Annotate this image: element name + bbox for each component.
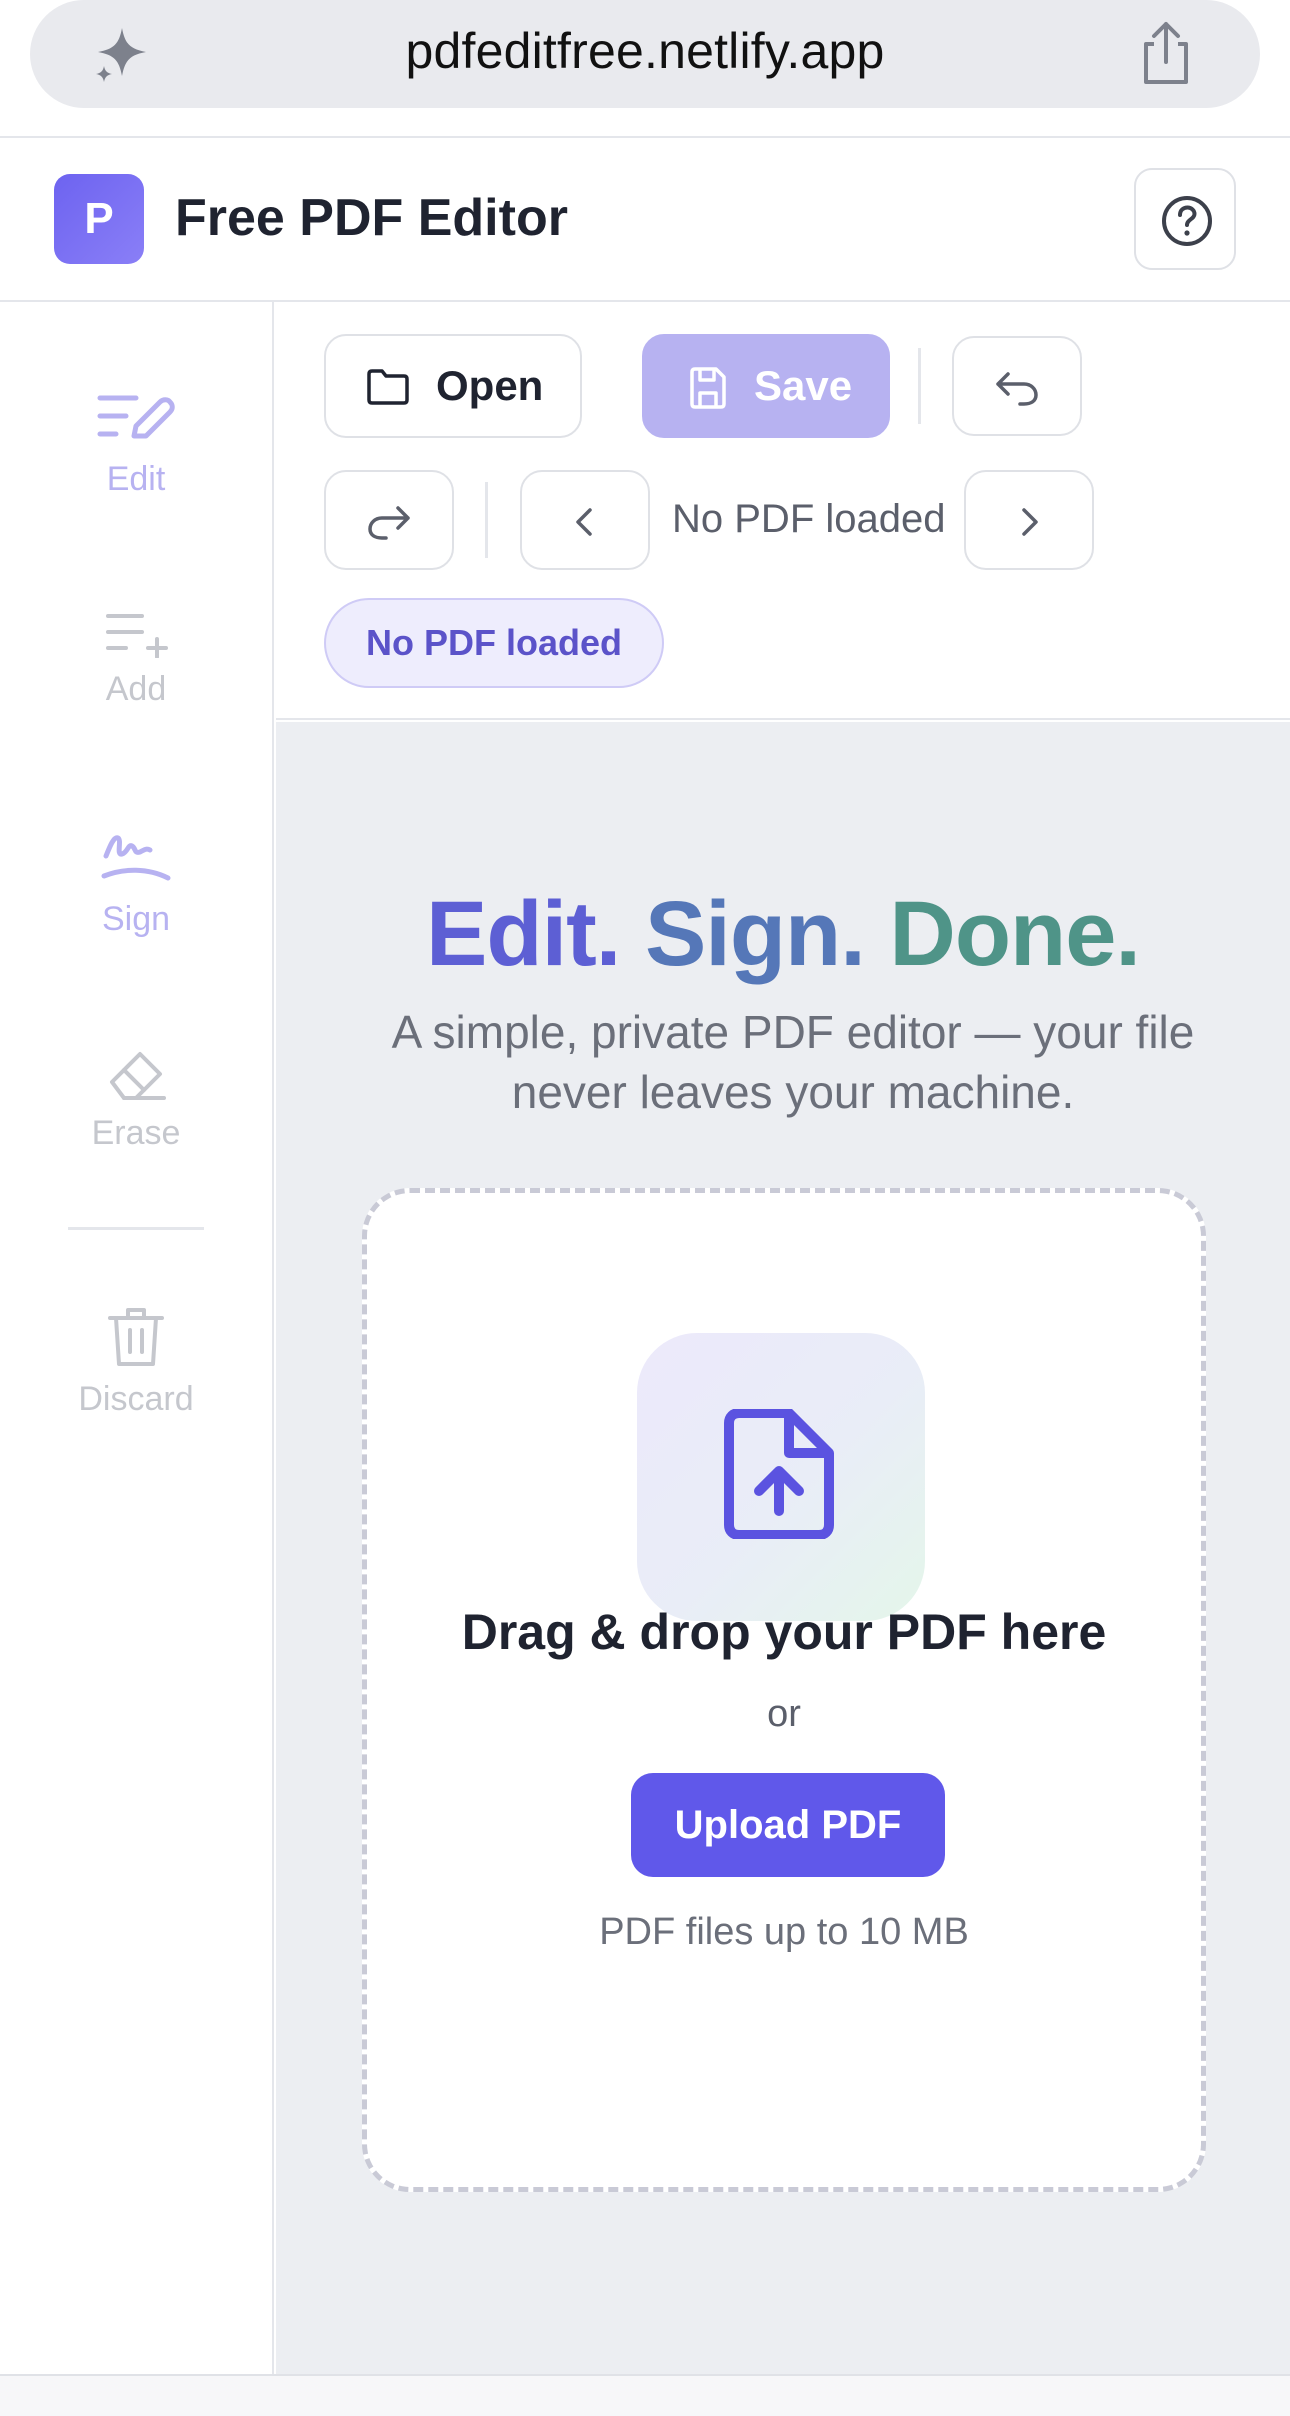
dropzone[interactable]: Drag & drop your PDF here or Upload PDF … [362, 1188, 1206, 2192]
share-icon[interactable] [1134, 20, 1198, 88]
edit-icon [97, 395, 175, 439]
redo-button[interactable] [324, 470, 454, 570]
upload-pdf-button[interactable]: Upload PDF [631, 1773, 945, 1877]
toolbar-separator [485, 482, 488, 558]
undo-icon [996, 372, 1038, 406]
sidebar-item-label: Erase [91, 1114, 181, 1152]
page-indicator: No PDF loaded [672, 497, 946, 541]
sidebar-item-erase[interactable]: Erase [0, 1046, 272, 1153]
sidebar-item-label: Add [105, 670, 167, 708]
hero-word-sign: Sign. [644, 883, 866, 985]
app-logo: P [54, 174, 144, 264]
toolbar: Open Save No PDF loaded No PDF loaded [276, 302, 1290, 720]
save-label: Save [754, 362, 853, 409]
sidebar-item-sign[interactable]: Sign [0, 828, 272, 939]
file-upload-icon [724, 1409, 834, 1539]
browser-bar: pdfeditfree.netlify.app [0, 0, 1290, 138]
app-title: Free PDF Editor [175, 189, 568, 247]
save-button[interactable]: Save [642, 334, 890, 438]
save-icon [690, 367, 726, 409]
chevron-left-icon [576, 508, 592, 536]
sidebar-divider [68, 1227, 204, 1230]
sidebar-item-label: Discard [78, 1380, 194, 1418]
sidebar-item-add[interactable]: Add [0, 610, 272, 709]
sidebar-item-label: Edit [106, 460, 166, 498]
status-badge: No PDF loaded [324, 598, 664, 688]
upload-tile [637, 1333, 925, 1621]
sign-icon [101, 835, 171, 881]
folder-icon [367, 369, 409, 405]
sidebar-item-label: Sign [101, 900, 171, 938]
hero-word-done: Done. [889, 883, 1141, 985]
prev-page-button[interactable] [520, 470, 650, 570]
hero-title: Edit. Sign. Done. [276, 882, 1290, 987]
next-page-button[interactable] [964, 470, 1094, 570]
sidebar-item-edit[interactable]: Edit [0, 392, 272, 499]
dropzone-note: PDF files up to 10 MB [599, 1911, 969, 1953]
dropzone-or: or [767, 1693, 801, 1735]
undo-button[interactable] [952, 336, 1082, 436]
browser-bottom-bar [0, 2374, 1290, 2416]
hero-subtitle: A simple, private PDF editor — your file… [391, 1006, 1195, 1118]
sidebar-item-discard[interactable]: Discard [0, 1306, 272, 1419]
redo-icon [368, 506, 410, 540]
sidebar: Edit Add Sign Erase Discard [0, 302, 274, 2376]
address-bar[interactable]: pdfeditfree.netlify.app [30, 0, 1260, 108]
eraser-icon [110, 1052, 166, 1100]
help-icon [1162, 196, 1212, 246]
app-header: P Free PDF Editor [0, 140, 1290, 302]
page: pdfeditfree.netlify.app P Free PDF Edito… [0, 0, 1290, 2416]
help-button[interactable] [1134, 168, 1236, 270]
dropzone-title: Drag & drop your PDF here [461, 1604, 1107, 1660]
main-area: Edit. Sign. Done. A simple, private PDF … [276, 722, 1290, 2376]
url-text[interactable]: pdfeditfree.netlify.app [30, 22, 1260, 80]
add-icon [106, 614, 168, 658]
hero-word-edit: Edit. [426, 883, 621, 985]
chevron-right-icon [1022, 508, 1038, 536]
trash-icon [108, 1308, 164, 1366]
open-button[interactable]: Open [324, 334, 582, 438]
open-label: Open [436, 362, 544, 409]
toolbar-separator [918, 348, 921, 424]
